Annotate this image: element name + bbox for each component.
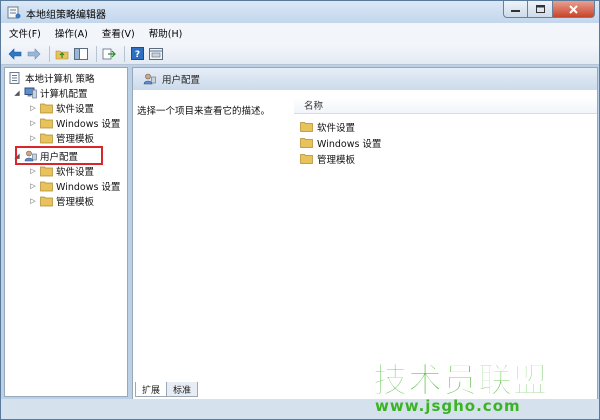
list-item-label: 软件设置 bbox=[317, 122, 356, 134]
console-tree[interactable]: 本地计算机 策略 ◢ 计算机配置 ▷ 软件设置 ▷ Windows 设置 ▷ 管… bbox=[4, 67, 128, 397]
tree-item-label: 计算机配置 bbox=[40, 88, 88, 100]
folder-icon bbox=[40, 166, 53, 176]
tree-item-software-settings[interactable]: ▷ 软件设置 bbox=[29, 100, 94, 115]
folder-icon bbox=[40, 103, 53, 113]
toolbar-separator bbox=[96, 45, 97, 62]
watermark-brand: 技术员联盟 bbox=[373, 361, 548, 402]
tree-item-label: Windows 设置 bbox=[56, 118, 121, 130]
folder-icon bbox=[40, 181, 53, 191]
folder-icon bbox=[300, 138, 313, 148]
tree-item-windows-settings[interactable]: ▷ Windows 设置 bbox=[29, 115, 120, 130]
folder-up-icon bbox=[55, 50, 69, 59]
export-list-button[interactable] bbox=[101, 46, 117, 62]
close-icon bbox=[569, 4, 578, 14]
tree-item-user-admin-templates[interactable]: ▷ 管理模板 bbox=[29, 193, 94, 208]
help-button[interactable]: ? bbox=[129, 46, 145, 62]
tab-extended[interactable]: 扩展 bbox=[135, 382, 168, 397]
expand-triangle-icon[interactable]: ▷ bbox=[29, 167, 37, 175]
list-item-label: 管理模板 bbox=[317, 154, 356, 166]
policy-editor-app-icon bbox=[7, 6, 21, 19]
list-item[interactable]: Windows 设置 bbox=[300, 135, 381, 150]
tree-item-label: 软件设置 bbox=[56, 166, 95, 178]
user-config-icon bbox=[143, 73, 156, 85]
computer-icon bbox=[24, 87, 37, 98]
folder-icon bbox=[300, 154, 313, 164]
folder-icon bbox=[300, 122, 313, 132]
tree-item-label: 软件设置 bbox=[56, 103, 95, 115]
tree-item-label: 管理模板 bbox=[56, 196, 95, 208]
back-arrow-icon bbox=[8, 47, 22, 60]
menu-view[interactable]: 查看(V) bbox=[102, 26, 135, 40]
tree-item-label: 管理模板 bbox=[56, 133, 95, 145]
expand-triangle-icon[interactable]: ▷ bbox=[29, 182, 37, 190]
view-tabs: 扩展 标准 bbox=[135, 382, 199, 398]
details-title: 用户配置 bbox=[162, 75, 201, 86]
minimize-button[interactable] bbox=[503, 1, 528, 18]
expand-triangle-icon[interactable]: ▷ bbox=[29, 104, 37, 112]
policy-document-icon bbox=[9, 71, 20, 84]
watermark-url: www.jsgho.com bbox=[375, 397, 521, 415]
close-button[interactable] bbox=[553, 1, 595, 18]
forward-button[interactable] bbox=[26, 46, 42, 62]
menu-bar: 文件(F) 操作(A) 查看(V) 帮助(H) bbox=[1, 23, 599, 43]
back-button[interactable] bbox=[7, 46, 23, 62]
show-hide-tree-icon bbox=[74, 47, 88, 60]
tree-item-local-policy[interactable]: 本地计算机 策略 bbox=[9, 70, 95, 85]
toolbar-separator bbox=[124, 45, 125, 62]
items-list[interactable]: 名称 软件设置 Windows 设置 管理模板 bbox=[294, 97, 597, 377]
maximize-button[interactable] bbox=[528, 1, 553, 18]
list-item[interactable]: 管理模板 bbox=[300, 151, 355, 166]
details-header: 用户配置 bbox=[133, 68, 597, 90]
toolbar-separator bbox=[49, 45, 50, 62]
list-item-label: Windows 设置 bbox=[317, 138, 382, 150]
help-icon: ? bbox=[130, 47, 144, 60]
expand-triangle-icon[interactable]: ▷ bbox=[29, 134, 37, 142]
expand-triangle-icon[interactable]: ▷ bbox=[29, 197, 37, 205]
highlight-annotation-box bbox=[15, 146, 103, 165]
list-item[interactable]: 软件设置 bbox=[300, 119, 355, 134]
maximize-icon bbox=[535, 5, 545, 13]
tree-item-computer-config[interactable]: ◢ 计算机配置 bbox=[13, 85, 88, 100]
menu-file[interactable]: 文件(F) bbox=[9, 26, 41, 40]
title-bar[interactable]: 本地组策略编辑器 bbox=[1, 1, 599, 23]
up-one-level-button[interactable] bbox=[54, 46, 70, 62]
toolbar: ? bbox=[1, 43, 599, 65]
tree-item-user-windows-settings[interactable]: ▷ Windows 设置 bbox=[29, 178, 120, 193]
tree-item-admin-templates[interactable]: ▷ 管理模板 bbox=[29, 130, 94, 145]
menu-help[interactable]: 帮助(H) bbox=[149, 26, 183, 40]
collapse-triangle-icon[interactable]: ◢ bbox=[13, 89, 21, 97]
column-header-name[interactable]: 名称 bbox=[294, 97, 597, 114]
folder-icon bbox=[40, 133, 53, 143]
item-description: 选择一个项目来查看它的描述。 bbox=[137, 106, 271, 117]
forward-arrow-icon bbox=[27, 47, 41, 60]
tree-item-user-software-settings[interactable]: ▷ 软件设置 bbox=[29, 163, 94, 178]
show-hide-tree-button[interactable] bbox=[73, 46, 89, 62]
tree-item-label: 本地计算机 策略 bbox=[25, 73, 95, 85]
watermark: 技术员联盟 www.jsgho.com bbox=[373, 353, 599, 419]
window-title: 本地组策略编辑器 bbox=[26, 10, 106, 21]
export-list-icon bbox=[102, 48, 116, 59]
tab-standard[interactable]: 标准 bbox=[166, 382, 199, 397]
menu-action[interactable]: 操作(A) bbox=[55, 26, 88, 40]
tree-item-label: Windows 设置 bbox=[56, 181, 121, 193]
folder-icon bbox=[40, 118, 53, 128]
window-controls bbox=[503, 1, 595, 19]
expand-triangle-icon[interactable]: ▷ bbox=[29, 119, 37, 127]
properties-icon bbox=[149, 47, 163, 60]
svg-text:?: ? bbox=[134, 50, 139, 60]
window: 本地组策略编辑器 文件(F) 操作(A) 查看(V) 帮助(H) ? 本地计算机… bbox=[0, 0, 600, 420]
minimize-icon bbox=[511, 10, 520, 12]
properties-button[interactable] bbox=[148, 46, 164, 62]
folder-icon bbox=[40, 196, 53, 206]
